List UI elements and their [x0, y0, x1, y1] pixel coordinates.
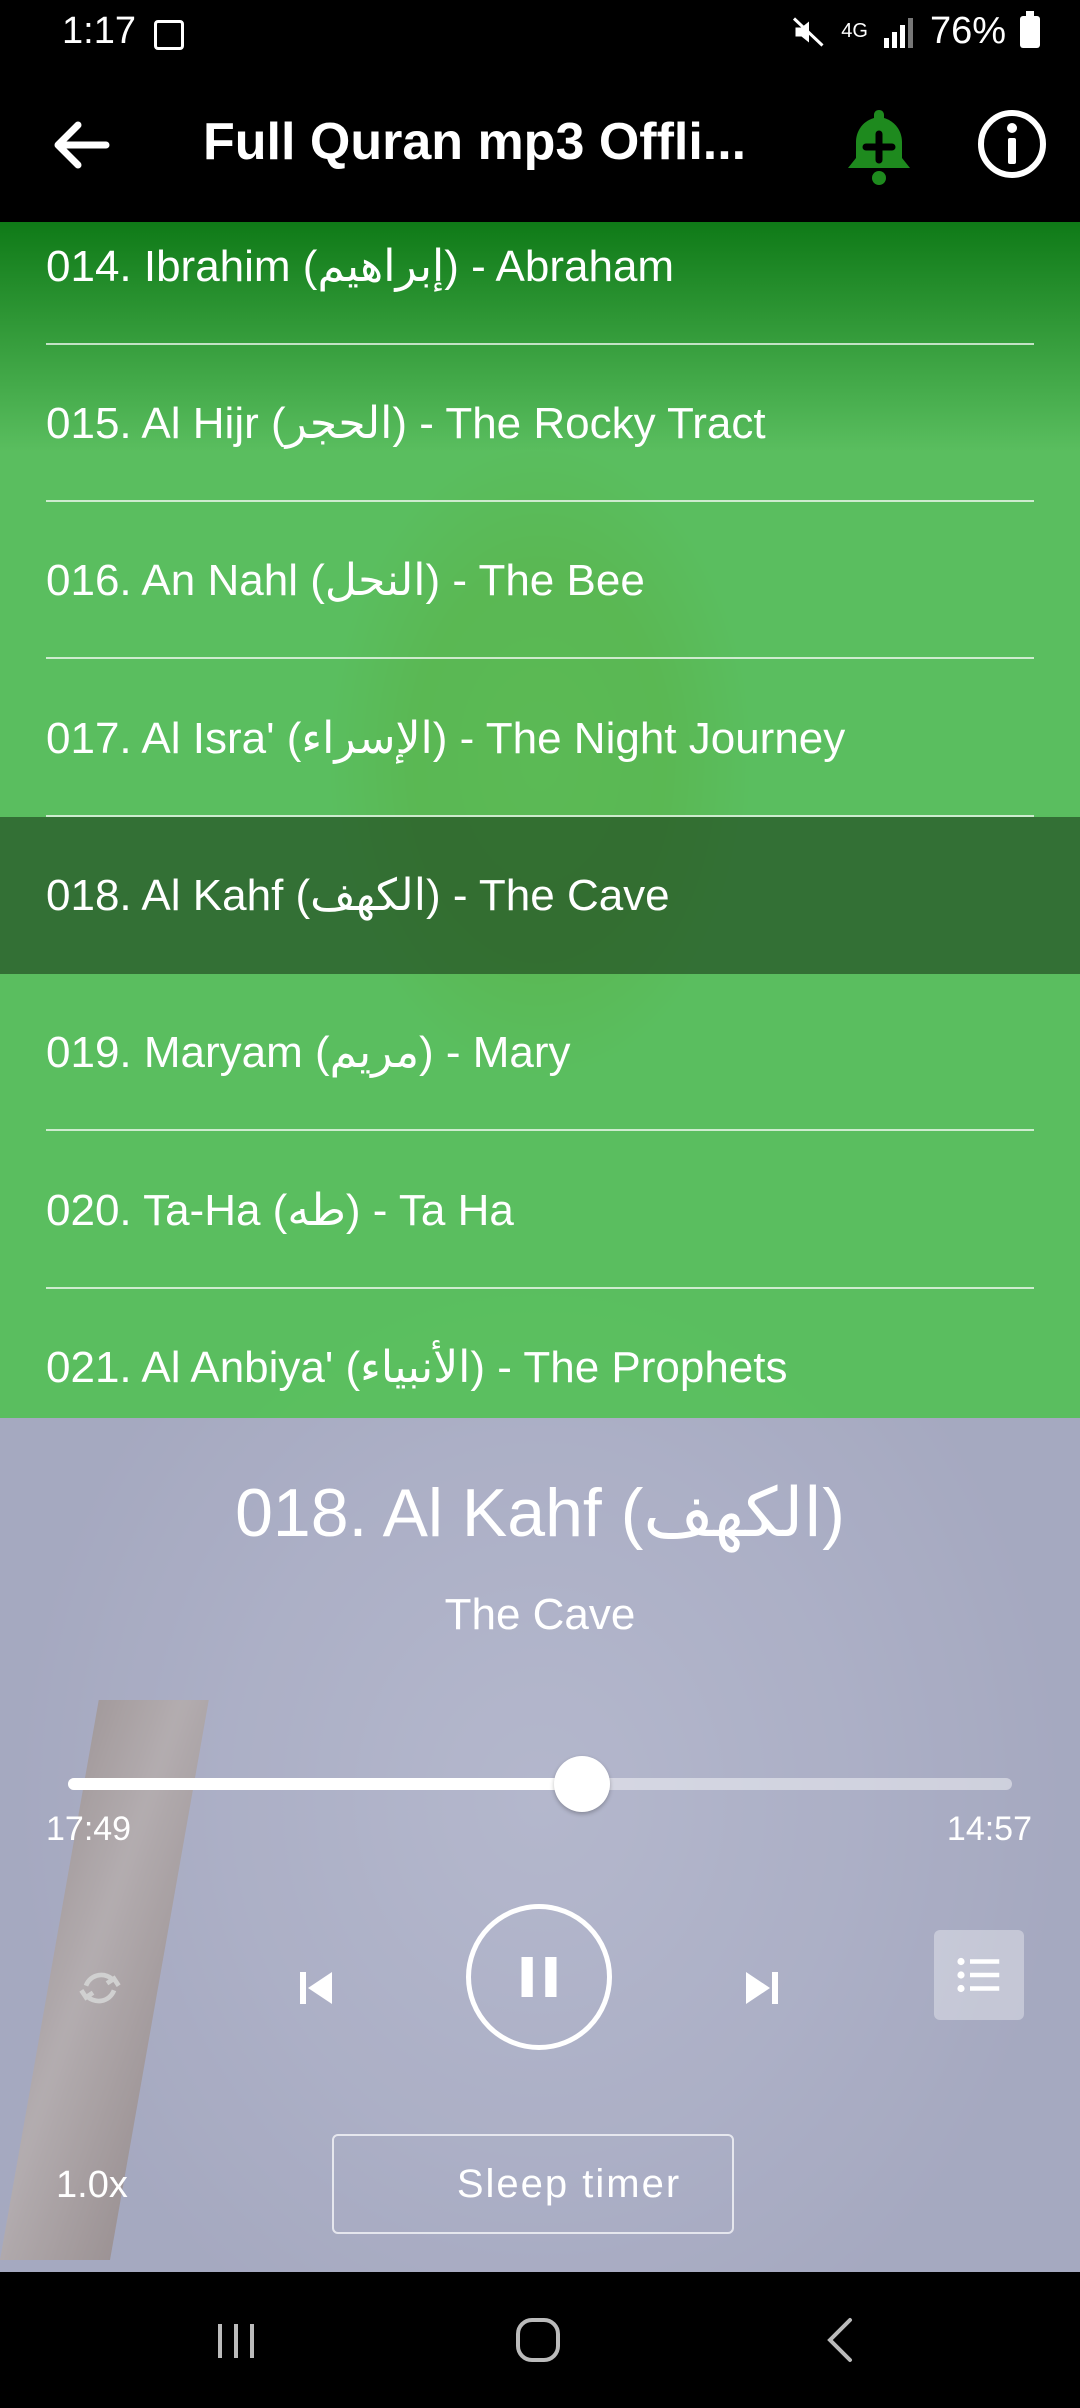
list-item[interactable]: 017. Al Isra' (الإسراء) - The Night Jour… — [0, 660, 1080, 817]
system-nav-bar — [0, 2272, 1080, 2408]
back-icon[interactable] — [812, 2310, 872, 2370]
player-panel: 018. Al Kahf (الكهف) The Cave 17:49 14:5… — [0, 1418, 1080, 2272]
image-notification-icon — [154, 20, 184, 50]
battery-icon — [1020, 10, 1040, 48]
status-bar: 1:17 4G 76% — [0, 0, 1080, 72]
battery-percent: 76% — [929, 10, 1006, 52]
repeat-button[interactable] — [70, 1958, 130, 2018]
list-item[interactable]: 019. Maryam (مريم) - Mary — [0, 974, 1080, 1131]
next-icon — [746, 1972, 778, 2004]
page-title: Full Quran mp3 Offli... — [203, 113, 747, 171]
surah-list[interactable]: 014. Ibrahim (إبراهيم) - Abraham 015. Al… — [0, 222, 1080, 1418]
elapsed-time: 17:49 — [46, 1810, 132, 1848]
pause-button[interactable] — [466, 1904, 612, 2050]
list-item[interactable]: 016. An Nahl (النحل) - The Bee — [0, 502, 1080, 659]
back-arrow-icon[interactable] — [46, 110, 116, 180]
bell-add-icon[interactable] — [842, 104, 916, 188]
seek-thumb[interactable] — [553, 1756, 610, 1812]
previous-button[interactable] — [286, 1958, 346, 2018]
total-time: 14:57 — [946, 1810, 1032, 1848]
home-icon[interactable] — [508, 2310, 568, 2370]
playback-speed[interactable]: 1.0x — [56, 2164, 128, 2207]
playlist-button[interactable] — [934, 1930, 1024, 2020]
playlist-icon — [957, 1957, 1000, 1993]
list-item[interactable]: 021. Al Anbiya' (الأنبياء) - The Prophet… — [0, 1289, 1080, 1418]
app-bar: Full Quran mp3 Offli... — [0, 72, 1080, 222]
now-playing-subtitle: The Cave — [444, 1590, 636, 1639]
now-playing-title: 018. Al Kahf (الكهف) — [235, 1475, 845, 1551]
sleep-timer-label: Sleep timer — [456, 2161, 682, 2206]
mute-icon — [793, 16, 824, 47]
info-icon[interactable] — [976, 108, 1048, 180]
previous-icon — [300, 1972, 332, 2004]
list-item[interactable]: 015. Al Hijr (الحجر) - The Rocky Tract — [0, 345, 1080, 502]
status-time: 1:17 — [62, 10, 136, 52]
list-item-active[interactable]: 018. Al Kahf (الكهف) - The Cave — [0, 817, 1080, 974]
sleep-timer-button[interactable]: Sleep timer — [332, 2134, 734, 2234]
seek-bar[interactable] — [68, 1756, 1012, 1812]
list-item[interactable]: 020. Ta-Ha (طه) - Ta Ha — [0, 1132, 1080, 1289]
signal-icon — [883, 17, 913, 48]
repeat-icon — [79, 1972, 121, 2004]
recents-icon[interactable] — [206, 2310, 266, 2370]
seek-progress — [68, 1778, 582, 1790]
pause-icon — [521, 1957, 557, 1997]
moon-icon — [394, 2164, 414, 2204]
network-type: 4G — [841, 20, 868, 42]
next-button[interactable] — [732, 1958, 792, 2018]
list-item[interactable]: 014. Ibrahim (إبراهيم) - Abraham — [0, 222, 1080, 345]
